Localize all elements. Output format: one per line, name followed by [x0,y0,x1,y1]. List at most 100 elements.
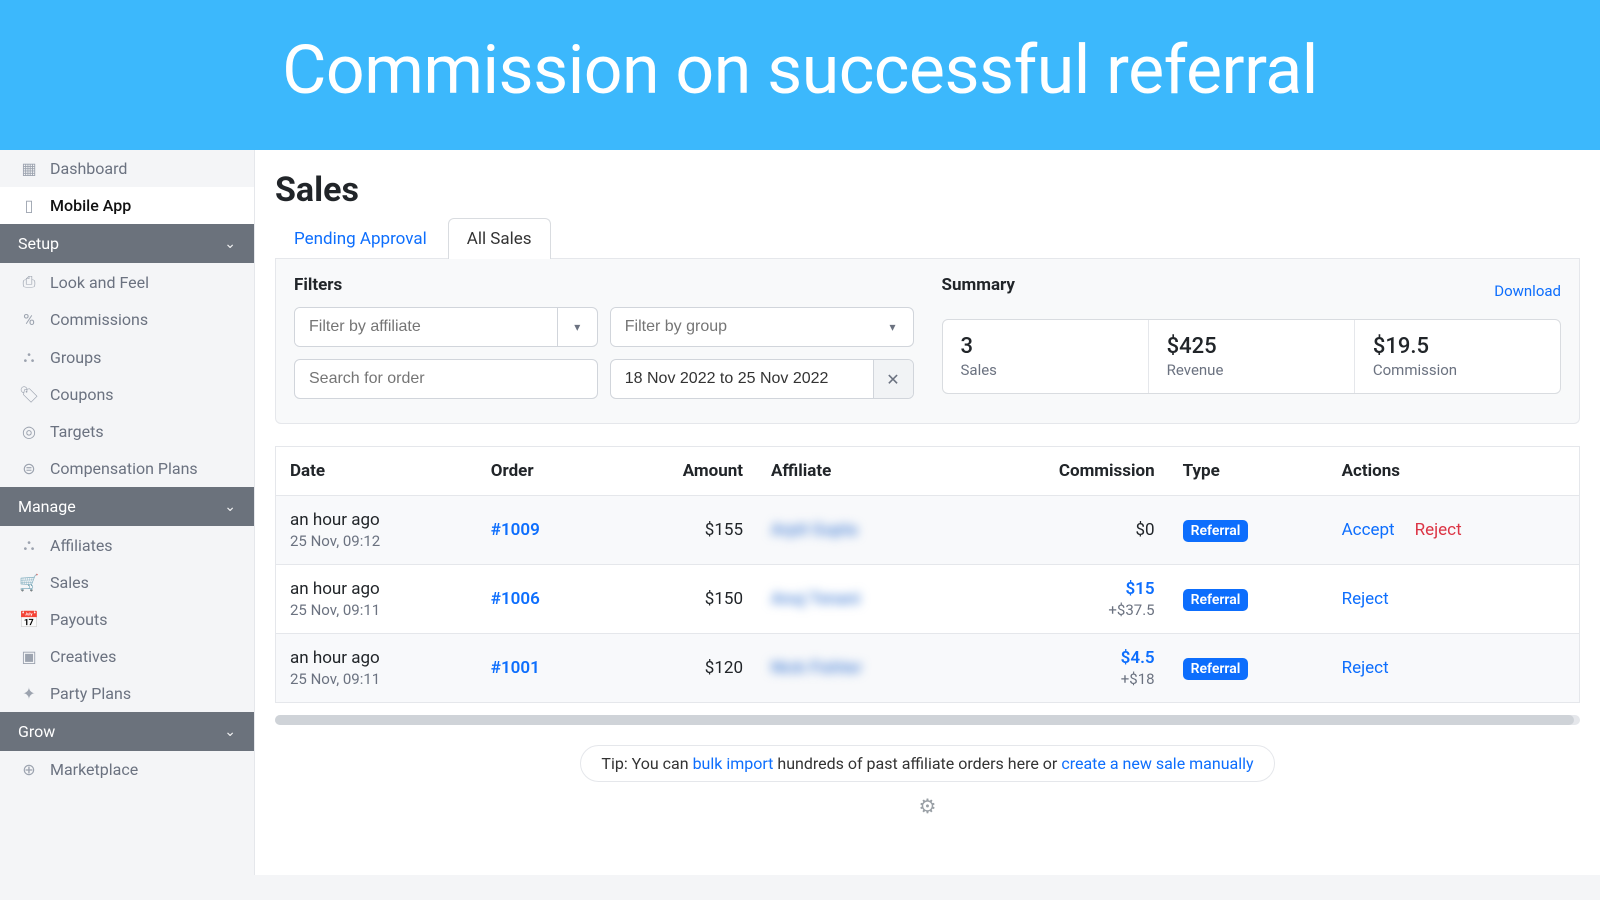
sidebar-label: Coupons [50,385,114,404]
affiliate-name[interactable]: Nick Fishter [771,658,862,678]
time-stamp: 25 Nov, 09:12 [290,532,463,550]
sidebar-label: Look and Feel [50,273,149,292]
th-type: Type [1169,447,1328,496]
summary-card-revenue: $425 Revenue [1149,320,1355,393]
summary-column: Summary Download 3 Sales $425 Revenue $1… [942,275,1562,399]
chevron-down-icon: ⌄ [224,499,236,515]
affiliate-name[interactable]: Arpit Gupta [771,520,857,540]
order-link[interactable]: #1006 [491,589,540,609]
create-sale-link[interactable]: create a new sale manually [1061,754,1253,773]
sidebar-item-commissions[interactable]: % Commissions [0,301,254,338]
summary-value: 3 [961,334,1130,359]
filter-group[interactable]: ▾ [610,307,914,347]
filters-title: Filters [294,275,914,295]
th-actions: Actions [1328,447,1580,496]
summary-label: Commission [1373,361,1542,379]
amount-cell: $150 [607,565,757,634]
summary-card-sales: 3 Sales [943,320,1149,393]
sidebar-item-creatives[interactable]: ▣Creatives [0,638,254,675]
th-commission: Commission [959,447,1169,496]
sidebar-item-marketplace[interactable]: ⊕Marketplace [0,751,254,788]
sidebar-section-grow[interactable]: Grow ⌄ [0,712,254,751]
reject-action[interactable]: Reject [1342,589,1389,609]
clear-date-button[interactable]: ✕ [873,360,913,398]
sidebar-label: Party Plans [50,684,131,703]
filter-affiliate[interactable]: ▾ [294,307,598,347]
tab-all-sales[interactable]: All Sales [448,218,551,259]
summary-label: Sales [961,361,1130,379]
sidebar-label: Commissions [50,310,148,329]
tab-pending-approval[interactable]: Pending Approval [275,218,446,259]
sidebar-item-affiliates[interactable]: ⛬ Affiliates [0,526,254,564]
bulk-import-link[interactable]: bulk import [693,754,774,773]
reject-action[interactable]: Reject [1415,520,1462,540]
people-icon: ⛬ [20,347,38,367]
th-order: Order [477,447,608,496]
reject-action[interactable]: Reject [1342,658,1389,678]
sidebar-label: Dashboard [50,159,127,178]
sidebar-item-targets[interactable]: ◎ Targets [0,413,254,450]
hero-banner: Commission on successful referral [0,0,1600,150]
main-content: Sales Pending Approval All Sales Filters… [255,150,1600,875]
sidebar-section-label: Manage [18,497,76,516]
commission-sub: +$37.5 [973,601,1155,619]
filter-group-input[interactable] [611,308,873,346]
sidebar: ▦Dashboard ▯Mobile App Setup⌄ ⎙Look and … [0,150,255,875]
target-icon: ◎ [20,422,38,441]
sales-table: Date Order Amount Affiliate Commission T… [275,446,1580,703]
payout-icon: 📅 [20,610,38,629]
sidebar-item-dashboard[interactable]: ▦Dashboard [0,150,254,187]
amount-cell: $155 [607,496,757,565]
commission-value[interactable]: $4.5 [973,648,1155,668]
table-row: an hour ago25 Nov, 09:11 #1001 $120 Nick… [276,634,1580,703]
horizontal-scrollbar[interactable] [275,715,1580,725]
sidebar-section-label: Grow [18,722,55,741]
sidebar-item-sales[interactable]: 🛒Sales [0,564,254,601]
date-range[interactable]: ✕ [610,359,914,399]
chevron-down-icon[interactable]: ▾ [873,308,913,346]
sidebar-section-manage[interactable]: Manage ⌄ [0,487,254,526]
search-order-input[interactable] [294,359,598,399]
chevron-down-icon: ⌄ [224,236,236,252]
summary-value: $425 [1167,334,1336,359]
sidebar-item-payouts[interactable]: 📅Payouts [0,601,254,638]
sidebar-label: Affiliates [50,536,113,555]
commission-value[interactable]: $15 [973,579,1155,599]
tip-text: Tip: You can [601,754,692,773]
close-icon: ✕ [886,370,899,389]
summary-card-commission: $19.5 Commission [1355,320,1560,393]
money-icon: ⊜ [20,459,38,478]
tip-bubble: Tip: You can bulk import hundreds of pas… [580,745,1274,782]
gear-icon[interactable]: ⚙ [919,794,937,818]
affiliate-name[interactable]: Anuj Tenani [771,589,860,609]
filters-summary-panel: Filters ▾ ▾ ✕ [275,259,1580,424]
time-ago: an hour ago [290,579,463,599]
tag-icon: 🏷 [20,385,38,404]
tabs: Pending Approval All Sales [275,218,1580,259]
type-badge: Referral [1183,658,1249,680]
sidebar-item-look-and-feel[interactable]: ⎙Look and Feel [0,263,254,301]
date-range-input[interactable] [611,360,873,398]
percent-icon: % [20,310,38,329]
sidebar-item-groups[interactable]: ⛬Groups [0,338,254,376]
order-link[interactable]: #1009 [491,520,540,540]
sidebar-item-coupons[interactable]: 🏷 Coupons [0,376,254,413]
sidebar-item-party-plans[interactable]: ✦Party Plans [0,675,254,712]
order-link[interactable]: #1001 [491,658,540,678]
page-title: Sales [275,170,1580,210]
download-link[interactable]: Download [1494,282,1561,300]
users-icon: ⛬ [20,535,38,555]
sidebar-label: Mobile App [50,196,131,215]
chevron-down-icon[interactable]: ▾ [557,308,597,346]
time-stamp: 25 Nov, 09:11 [290,601,463,619]
sidebar-item-mobile-app[interactable]: ▯Mobile App [0,187,254,224]
chevron-down-icon: ⌄ [224,724,236,740]
sidebar-section-setup[interactable]: Setup⌄ [0,224,254,263]
commission-value: $0 [1136,520,1155,540]
sidebar-label: Targets [50,422,104,441]
filter-affiliate-input[interactable] [295,308,557,346]
accept-action[interactable]: Accept [1342,520,1395,540]
summary-cards: 3 Sales $425 Revenue $19.5 Commission [942,319,1562,394]
amount-cell: $120 [607,634,757,703]
sidebar-item-compensation-plans[interactable]: ⊜Compensation Plans [0,450,254,487]
